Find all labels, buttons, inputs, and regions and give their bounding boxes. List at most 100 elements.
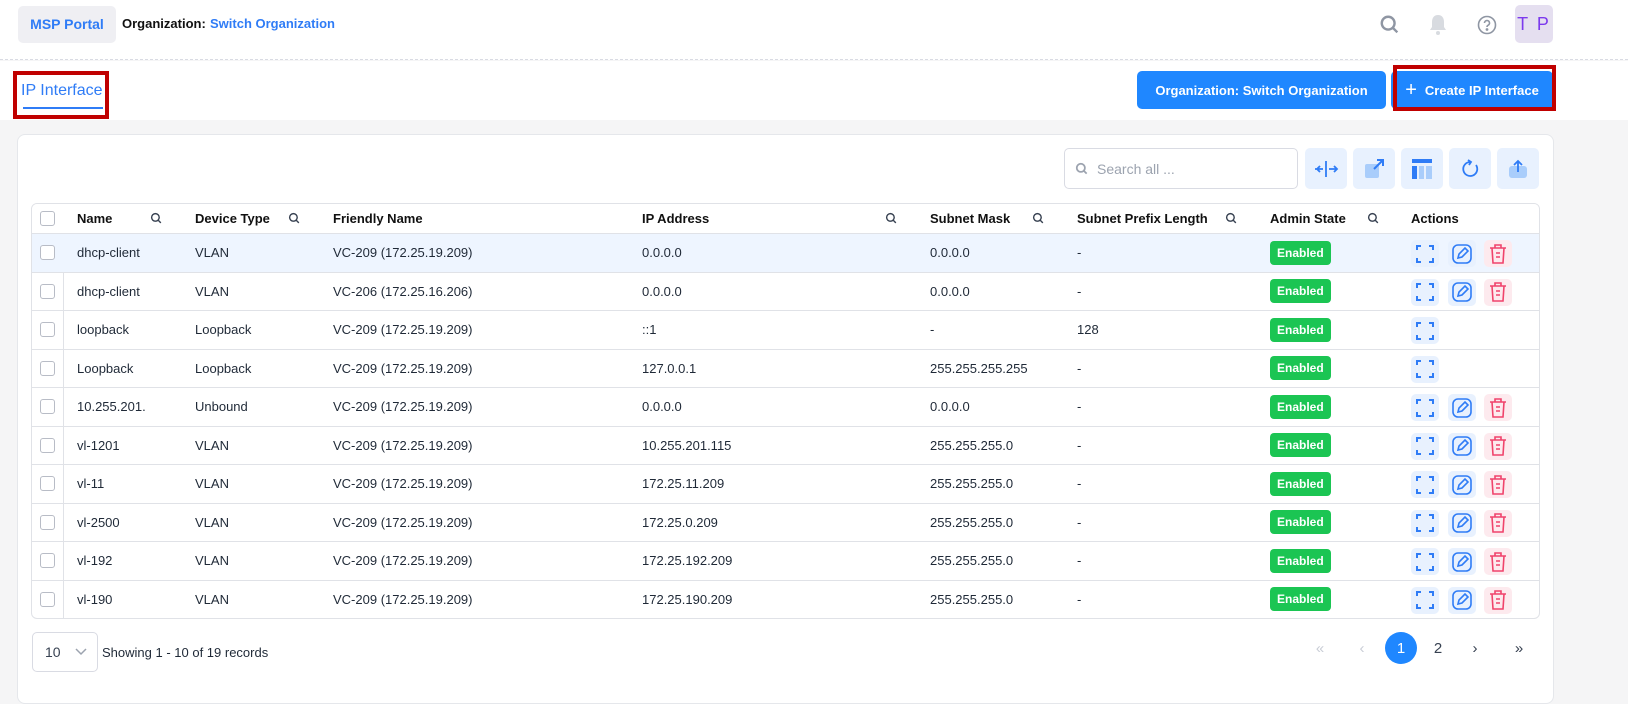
user-avatar[interactable]: T P — [1515, 5, 1553, 43]
delete-button[interactable] — [1484, 586, 1512, 614]
msp-portal-button[interactable]: MSP Portal — [18, 6, 116, 43]
edit-icon — [1452, 436, 1472, 456]
table-row[interactable]: vl-192 VLAN VC-209 (172.25.19.209) 172.25.1… — [32, 542, 1539, 581]
delete-button[interactable] — [1484, 471, 1512, 498]
edit-button[interactable] — [1448, 471, 1476, 498]
column-header[interactable]: IP Address — [642, 204, 709, 233]
cell-mask: 255.255.255.0 — [930, 553, 1014, 569]
column-search-icon[interactable] — [288, 212, 301, 228]
view-button[interactable] — [1411, 317, 1439, 344]
edit-button[interactable] — [1448, 432, 1476, 460]
columns-icon — [1412, 158, 1432, 179]
row-checkbox[interactable] — [40, 437, 55, 453]
view-button[interactable] — [1411, 509, 1439, 537]
trash-icon — [1489, 474, 1507, 495]
switch-organization-link[interactable]: Switch Organization — [210, 16, 335, 31]
search-icon[interactable] — [1377, 12, 1403, 38]
row-checkbox[interactable] — [40, 591, 55, 607]
search-input[interactable]: Search all ... — [1064, 148, 1298, 189]
edit-button[interactable] — [1448, 509, 1476, 537]
table-row[interactable]: vl-2500 VLAN VC-209 (172.25.19.209) 172.25.… — [32, 504, 1539, 542]
edit-icon — [1452, 397, 1472, 418]
help-icon[interactable] — [1474, 12, 1500, 38]
switch-organization-button[interactable]: Organization: Switch Organization — [1137, 71, 1386, 109]
first-page-button[interactable]: « — [1304, 632, 1336, 664]
column-header[interactable]: Subnet Mask — [930, 204, 1010, 233]
column-search-icon[interactable] — [1225, 212, 1238, 228]
tab-ip-interface[interactable]: IP Interface — [13, 71, 109, 119]
row-checkbox[interactable] — [40, 514, 55, 530]
edit-button[interactable] — [1448, 240, 1476, 267]
page-size-select[interactable]: 10 — [32, 632, 98, 672]
table-row[interactable]: vl-11 VLAN VC-209 (172.25.19.209) 172.25.11… — [32, 465, 1539, 504]
refresh-button[interactable] — [1449, 148, 1491, 189]
row-checkbox[interactable] — [40, 322, 55, 338]
columns-button[interactable] — [1401, 148, 1443, 189]
column-search-icon[interactable] — [885, 212, 898, 228]
search-icon — [1075, 162, 1088, 174]
row-checkbox[interactable] — [40, 283, 55, 299]
last-page-button[interactable]: » — [1503, 632, 1535, 664]
table-row[interactable]: dhcp-client VLAN VC-209 (172.25.19.209) 0.0… — [32, 234, 1539, 273]
table-row[interactable]: Loopback Loopback VC-209 (172.25.19.209) 12… — [32, 350, 1539, 388]
page-1-button[interactable]: 1 — [1385, 632, 1417, 664]
view-button[interactable] — [1411, 586, 1439, 614]
table-row[interactable]: vl-190 VLAN VC-209 (172.25.19.209) 172.25.1… — [32, 581, 1539, 619]
expand-icon — [1416, 552, 1434, 571]
expand-icon — [1416, 437, 1434, 455]
row-checkbox[interactable] — [40, 476, 55, 492]
row-checkbox[interactable] — [40, 360, 55, 376]
column-header[interactable]: Actions — [1411, 204, 1459, 233]
resize-columns-button[interactable] — [1305, 148, 1347, 189]
edit-button[interactable] — [1448, 394, 1476, 421]
delete-button[interactable] — [1484, 509, 1512, 537]
column-search-icon[interactable] — [1032, 212, 1045, 228]
table-row[interactable]: 10.255.201. Unbound VC-209 (172.25.19.209)… — [32, 388, 1539, 427]
row-checkbox[interactable] — [40, 245, 55, 261]
column-search-icon[interactable] — [1367, 212, 1380, 228]
view-button[interactable] — [1411, 394, 1439, 421]
table-row[interactable]: loopback Loopback VC-209 (172.25.19.209)::… — [32, 311, 1539, 350]
prev-page-button[interactable]: ‹ — [1346, 632, 1378, 664]
cell-ip: 172.25.11.209 — [642, 476, 725, 492]
edit-button[interactable] — [1448, 586, 1476, 614]
delete-button[interactable] — [1484, 394, 1512, 421]
view-button[interactable] — [1411, 278, 1439, 306]
edit-icon — [1452, 243, 1472, 264]
cell-type: Loopback — [195, 360, 252, 376]
delete-button[interactable] — [1484, 548, 1512, 575]
row-checkbox[interactable] — [40, 399, 55, 415]
view-button[interactable] — [1411, 548, 1439, 575]
column-search-icon[interactable] — [150, 212, 163, 228]
cell-name: 10.255.201. — [77, 399, 146, 415]
delete-button[interactable] — [1484, 278, 1512, 306]
view-button[interactable] — [1411, 432, 1439, 460]
expand-icon — [1416, 360, 1434, 378]
view-button[interactable] — [1411, 240, 1439, 267]
view-button[interactable] — [1411, 471, 1439, 498]
column-header[interactable]: Device Type — [195, 204, 270, 233]
cell-type: VLAN — [195, 245, 229, 261]
edit-button[interactable] — [1448, 548, 1476, 575]
row-checkbox[interactable] — [40, 553, 55, 569]
edit-button[interactable] — [1448, 278, 1476, 306]
delete-button[interactable] — [1484, 240, 1512, 267]
cell-ip: 172.25.190.209 — [642, 591, 733, 607]
export-button[interactable] — [1353, 148, 1395, 189]
column-header[interactable]: Subnet Prefix Length — [1077, 204, 1208, 233]
column-header[interactable]: Admin State — [1270, 204, 1346, 233]
table-row[interactable]: dhcp-client VLAN VC-206 (172.25.16.206) 0.0… — [32, 273, 1539, 311]
cell-ip: 10.255.201.115 — [642, 437, 732, 453]
column-header[interactable]: Friendly Name — [333, 204, 423, 233]
cell-name: Loopback — [77, 360, 134, 376]
table-row[interactable]: vl-1201 VLAN VC-209 (172.25.19.209) 10.255.… — [32, 427, 1539, 465]
page-2-button[interactable]: 2 — [1422, 632, 1454, 664]
column-header[interactable]: Name — [77, 204, 112, 233]
view-button[interactable] — [1411, 355, 1439, 383]
select-all-checkbox[interactable] — [40, 211, 55, 226]
bell-icon[interactable] — [1425, 12, 1451, 38]
next-page-button[interactable]: › — [1459, 632, 1491, 664]
upload-button[interactable] — [1497, 148, 1539, 189]
delete-button[interactable] — [1484, 432, 1512, 460]
cell-prefix: - — [1077, 514, 1082, 530]
